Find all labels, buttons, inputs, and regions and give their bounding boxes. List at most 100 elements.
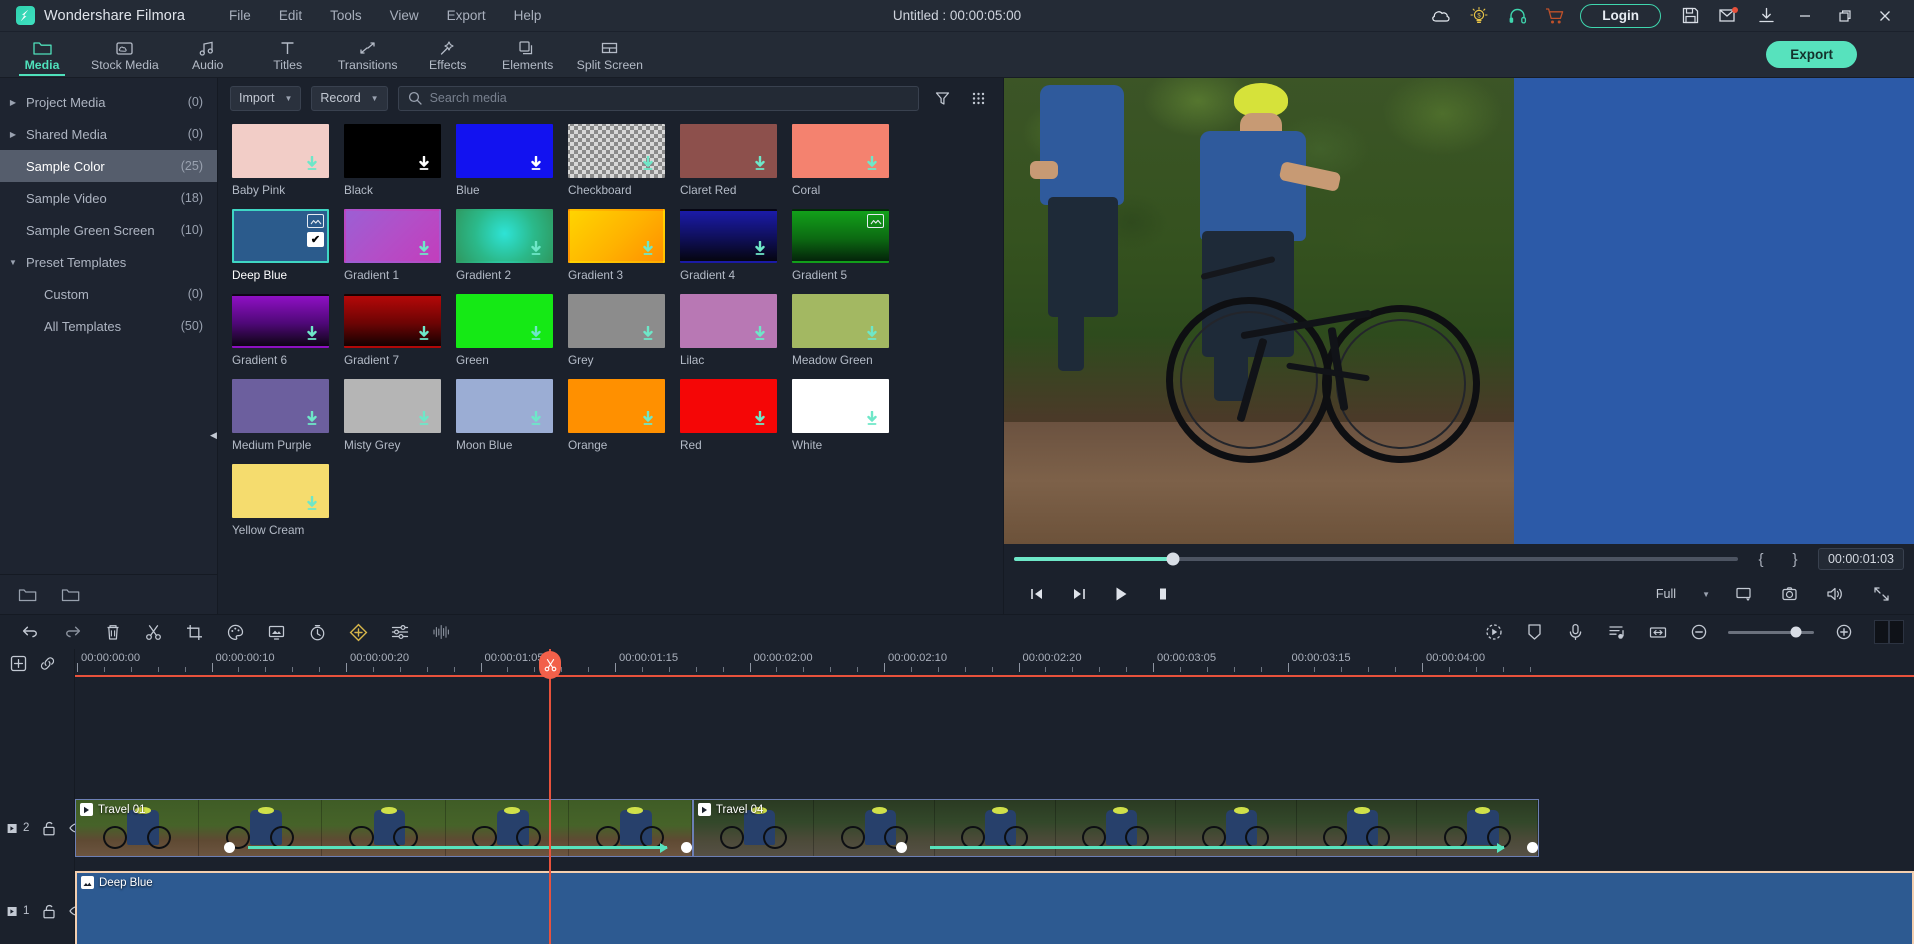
color-swatch[interactable]: Gradient 3 — [568, 209, 680, 282]
swatch-thumbnail[interactable] — [680, 294, 777, 348]
record-button[interactable]: Record ▼ — [311, 86, 387, 111]
download-icon[interactable] — [865, 411, 879, 426]
sidebar-item-project-media[interactable]: ▶ Project Media (0) — [0, 86, 217, 118]
chevron-right-icon[interactable]: ▶ — [0, 130, 26, 139]
image-preview-icon[interactable] — [867, 214, 884, 228]
download-icon[interactable] — [865, 326, 879, 341]
menu-export[interactable]: Export — [433, 4, 500, 27]
crop-icon[interactable] — [174, 617, 215, 647]
swatch-thumbnail[interactable] — [680, 209, 777, 263]
color-swatch[interactable]: Gradient 1 — [344, 209, 456, 282]
download-icon[interactable] — [641, 326, 655, 341]
download-icon[interactable] — [417, 241, 431, 256]
download-icon[interactable] — [305, 156, 319, 171]
quality-selector[interactable]: Full ▼ — [1648, 584, 1718, 604]
swatch-thumbnail[interactable] — [344, 124, 441, 178]
color-swatch[interactable]: Gradient 7 — [344, 294, 456, 367]
preview-stage[interactable] — [1004, 78, 1914, 544]
timeline-thumbnail-toggle[interactable] — [1874, 620, 1904, 644]
color-swatch[interactable]: Gradient 6 — [232, 294, 344, 367]
mark-in-button[interactable]: { — [1750, 551, 1772, 568]
timeline-clip[interactable]: Travel 04 — [693, 799, 1539, 857]
chevron-down-icon[interactable]: ▼ — [0, 258, 26, 267]
download-icon[interactable] — [1747, 1, 1785, 31]
speed-keyframe-dot[interactable] — [681, 842, 692, 853]
tab-stock-media[interactable]: Stock Media — [82, 32, 168, 78]
login-button[interactable]: Login — [1580, 4, 1661, 28]
close-button[interactable] — [1865, 1, 1905, 31]
color-swatch[interactable]: Yellow Cream — [232, 464, 344, 537]
color-swatch[interactable]: Red — [680, 379, 792, 452]
menu-tools[interactable]: Tools — [316, 4, 376, 27]
save-icon[interactable] — [1671, 1, 1709, 31]
color-swatch[interactable]: Orange — [568, 379, 680, 452]
unlock-icon[interactable] — [42, 904, 56, 919]
menu-file[interactable]: File — [215, 4, 265, 27]
green-screen-icon[interactable] — [256, 617, 297, 647]
swatch-thumbnail[interactable] — [568, 209, 665, 263]
download-icon[interactable] — [641, 241, 655, 256]
chevron-down-icon[interactable]: ▼ — [1702, 590, 1710, 599]
seek-bar[interactable] — [1014, 557, 1738, 561]
download-icon[interactable] — [417, 156, 431, 171]
download-icon[interactable] — [753, 411, 767, 426]
speed-icon[interactable] — [297, 617, 338, 647]
swatch-thumbnail[interactable] — [232, 124, 329, 178]
swatch-thumbnail[interactable] — [344, 294, 441, 348]
link-icon[interactable] — [39, 655, 56, 672]
speed-ramp-track[interactable] — [694, 842, 1538, 854]
swatch-thumbnail[interactable] — [456, 379, 553, 433]
swatch-thumbnail[interactable] — [456, 294, 553, 348]
speed-ramp-track[interactable] — [76, 842, 692, 854]
tab-effects[interactable]: Effects — [408, 32, 488, 78]
swatch-thumbnail[interactable] — [232, 294, 329, 348]
color-swatch[interactable]: Misty Grey — [344, 379, 456, 452]
minimize-button[interactable] — [1785, 1, 1825, 31]
tab-audio[interactable]: Audio — [168, 32, 248, 78]
grid-view-icon[interactable] — [965, 85, 991, 111]
timeline-zoom-slider[interactable] — [1728, 631, 1814, 634]
color-swatch[interactable]: Black — [344, 124, 456, 197]
stop-icon[interactable] — [1142, 577, 1184, 611]
speed-keyframe-dot[interactable] — [224, 842, 235, 853]
chevron-right-icon[interactable]: ▶ — [0, 98, 26, 107]
download-icon[interactable] — [529, 156, 543, 171]
download-icon[interactable] — [305, 411, 319, 426]
download-icon[interactable] — [305, 496, 319, 511]
color-swatch[interactable]: White — [792, 379, 904, 452]
swatch-thumbnail[interactable] — [232, 464, 329, 518]
sidebar-item-sample-green-screen[interactable]: Sample Green Screen (10) — [0, 214, 217, 246]
download-icon[interactable] — [305, 326, 319, 341]
download-icon[interactable] — [529, 241, 543, 256]
download-icon[interactable] — [641, 411, 655, 426]
timeline-clip[interactable]: Travel 01 — [75, 799, 693, 857]
color-swatch[interactable]: Medium Purple — [232, 379, 344, 452]
tab-split-screen[interactable]: Split Screen — [568, 32, 652, 78]
speed-keyframe-dot[interactable] — [1527, 842, 1538, 853]
folder-icon[interactable] — [61, 587, 80, 603]
menu-help[interactable]: Help — [500, 4, 556, 27]
volume-icon[interactable] — [1814, 577, 1856, 611]
pop-out-icon[interactable] — [1722, 577, 1764, 611]
download-icon[interactable] — [753, 326, 767, 341]
color-swatch[interactable]: Claret Red — [680, 124, 792, 197]
audio-waveform-icon[interactable] — [420, 617, 461, 647]
cart-icon[interactable] — [1536, 1, 1574, 31]
prev-frame-icon[interactable] — [1016, 577, 1058, 611]
fullscreen-icon[interactable] — [1860, 577, 1902, 611]
tab-media[interactable]: Media — [2, 32, 82, 78]
sidebar-item-sample-color[interactable]: Sample Color (25) — [0, 150, 217, 182]
color-swatch[interactable]: Grey — [568, 294, 680, 367]
audio-mixer-icon[interactable] — [1596, 617, 1637, 647]
download-icon[interactable] — [529, 411, 543, 426]
split-scissors-icon[interactable] — [133, 617, 174, 647]
search-container[interactable] — [398, 86, 919, 111]
play-icon[interactable] — [1100, 577, 1142, 611]
redo-icon[interactable] — [51, 617, 92, 647]
color-swatch[interactable]: Blue — [456, 124, 568, 197]
sidebar-item-custom[interactable]: Custom (0) — [0, 278, 217, 310]
swatch-thumbnail[interactable] — [792, 379, 889, 433]
menu-view[interactable]: View — [376, 4, 433, 27]
color-swatch[interactable]: Gradient 5 — [792, 209, 904, 282]
tab-elements[interactable]: Elements — [488, 32, 568, 78]
